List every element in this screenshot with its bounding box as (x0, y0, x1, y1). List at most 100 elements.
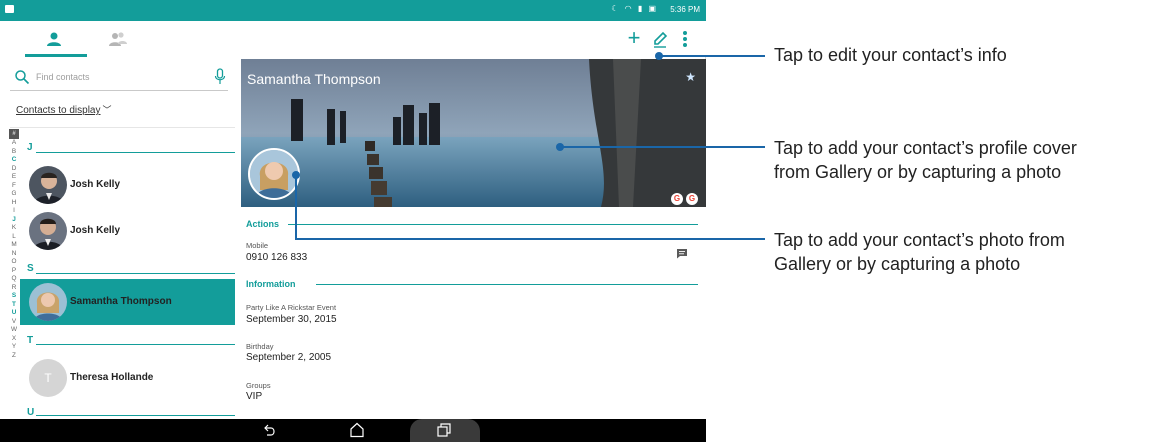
birthday-label: Birthday (246, 342, 274, 351)
alphabet-index-letter[interactable]: L (9, 233, 19, 242)
alphabet-index-letter[interactable]: R (9, 284, 19, 293)
contacts-tab[interactable] (46, 31, 62, 47)
alphabet-index-letter[interactable]: V (9, 318, 19, 327)
contact-list-pane: Find contacts Contacts to display ﹀ # A B… (0, 57, 235, 419)
alphabet-index-letter[interactable]: J (9, 216, 19, 225)
profile-cover[interactable]: Samantha Thompson ★ GG (241, 59, 706, 207)
divider (10, 127, 235, 128)
search-icon (15, 70, 30, 85)
recent-apps-icon[interactable] (437, 423, 451, 437)
google-account-icon: G (686, 193, 698, 205)
callout-line (560, 146, 765, 148)
edit-icon[interactable] (652, 30, 668, 48)
callout-text-line: Tap to add your contact’s photo from (774, 230, 1065, 250)
avatar (29, 212, 67, 250)
search-input[interactable]: Find contacts (36, 72, 90, 82)
alphabet-index-letter[interactable]: W (9, 326, 19, 335)
home-icon[interactable] (350, 422, 364, 438)
chevron-down-icon: ﹀ (102, 105, 112, 115)
alphabet-index-letter[interactable]: C (9, 156, 19, 165)
alphabet-index-letter[interactable]: P (9, 267, 19, 276)
status-time: 5:36 PM (670, 5, 700, 14)
callout-text-line: Tap to edit your contact’s info (774, 45, 1007, 65)
callout-edit-info: Tap to edit your contact’s info (774, 43, 1007, 67)
section-header-u: U (27, 407, 35, 418)
birthday-date: September 2, 2005 (246, 352, 332, 363)
alphabet-index-letter[interactable]: G (9, 190, 19, 199)
alphabet-index-letter[interactable]: I (9, 207, 19, 216)
alphabet-index[interactable]: # A B C D E F G H I J K L M N O P Q R S … (9, 129, 19, 417)
alphabet-index-letter[interactable]: U (9, 309, 19, 318)
section-divider (288, 224, 698, 225)
actions-header: Actions (246, 219, 280, 229)
notification-icon (5, 5, 14, 13)
alphabet-index-letter[interactable]: H (9, 199, 19, 208)
alphabet-index-letter[interactable]: F (9, 182, 19, 191)
alphabet-index-letter[interactable]: E (9, 173, 19, 182)
alphabet-index-letter[interactable]: K (9, 224, 19, 233)
section-header-t: T (27, 335, 34, 346)
callout-line (295, 238, 765, 240)
message-icon[interactable] (676, 248, 688, 259)
add-icon[interactable]: + (624, 27, 644, 49)
app-toolbar: + (0, 21, 706, 57)
alphabet-index-letter[interactable]: M (9, 241, 19, 250)
favorite-star-icon[interactable]: ★ (685, 70, 696, 84)
avatar (29, 283, 67, 321)
alphabet-index-letter[interactable]: T (9, 301, 19, 310)
contact-name: Josh Kelly (70, 179, 121, 190)
callout-text-line: Tap to add your contact’s profile cover (774, 138, 1077, 158)
contact-row[interactable]: Josh Kelly (20, 208, 235, 254)
status-bar: ☾ ◠ ▮ ▣ 5:36 PM (0, 0, 706, 21)
section-divider (36, 344, 235, 345)
alphabet-index-letter[interactable]: B (9, 148, 19, 157)
search-bar[interactable]: Find contacts (10, 65, 228, 91)
contact-name: Theresa Hollande (70, 372, 154, 383)
callout-text-line: from Gallery or by capturing a photo (774, 162, 1062, 182)
event-label: Party Like A Rickstar Event (246, 303, 337, 312)
microphone-icon[interactable] (214, 68, 226, 86)
alphabet-index-letter[interactable]: D (9, 165, 19, 174)
navigation-bar (0, 419, 706, 442)
callout-line (295, 175, 297, 239)
event-date: September 30, 2015 (246, 314, 337, 325)
tablet-screen: ☾ ◠ ▮ ▣ 5:36 PM + Find contacts Contacts… (0, 0, 706, 442)
contact-name: Samantha Thompson (70, 296, 172, 307)
section-divider (36, 152, 235, 153)
callout-line (659, 55, 765, 57)
section-header-j: J (27, 142, 33, 153)
contact-row[interactable]: Josh Kelly (20, 162, 235, 208)
alphabet-index-letter[interactable]: O (9, 258, 19, 267)
information-header: Information (246, 279, 296, 289)
google-account-icon: G (671, 193, 683, 205)
callout-contact-photo: Tap to add your contact’s photo from Gal… (774, 228, 1065, 276)
section-divider (36, 415, 235, 416)
avatar (29, 166, 67, 204)
more-icon[interactable] (680, 29, 690, 49)
alphabet-index-letter[interactable]: A (9, 139, 19, 148)
groups-tab[interactable] (108, 31, 128, 47)
mobile-number[interactable]: 0910 126 833 (246, 252, 307, 263)
alphabet-index-letter[interactable]: N (9, 250, 19, 259)
alphabet-index-letter[interactable]: Z (9, 352, 19, 361)
callout-text-line: Gallery or by capturing a photo (774, 254, 1021, 274)
contacts-display-dropdown[interactable]: Contacts to display ﹀ (16, 103, 112, 116)
contact-row-selected[interactable]: Samantha Thompson (20, 279, 235, 325)
alphabet-index-letter[interactable]: Q (9, 275, 19, 284)
section-header-s: S (27, 263, 34, 274)
account-badges: GG (668, 188, 698, 206)
alphabet-index-hash[interactable]: # (9, 129, 19, 139)
alphabet-index-letter[interactable]: Y (9, 343, 19, 352)
mobile-label: Mobile (246, 241, 269, 250)
avatar: T (29, 359, 67, 397)
groups-value: VIP (246, 391, 263, 402)
system-status-icons: ☾ ◠ ▮ ▣ (611, 4, 658, 13)
contact-row[interactable]: T Theresa Hollande (20, 355, 235, 401)
callout-profile-cover: Tap to add your contact’s profile cover … (774, 136, 1077, 184)
contact-name: Josh Kelly (70, 225, 121, 236)
alphabet-index-letter[interactable]: S (9, 292, 19, 301)
alphabet-index-letter[interactable]: X (9, 335, 19, 344)
back-icon[interactable] (264, 423, 276, 437)
contact-name-title: Samantha Thompson (247, 71, 381, 87)
contacts-display-label: Contacts to display (16, 105, 101, 116)
